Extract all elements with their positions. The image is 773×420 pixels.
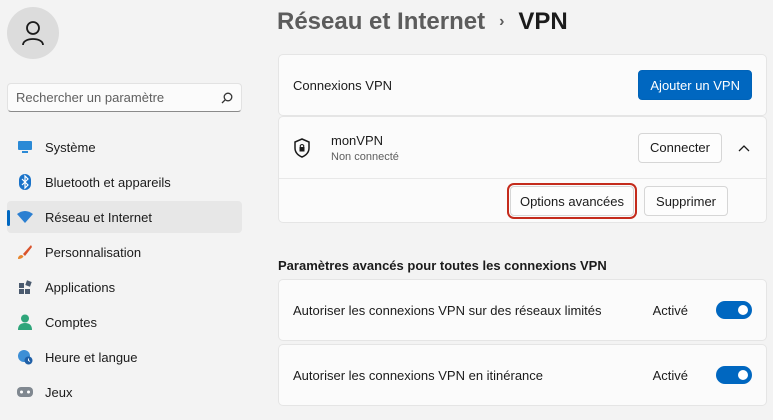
setting-control: Activé bbox=[653, 301, 752, 319]
sidebar-item-label: Système bbox=[45, 139, 96, 155]
sidebar: Système Bluetooth et appareils Réseau et… bbox=[0, 0, 258, 420]
search-input[interactable] bbox=[16, 90, 221, 105]
toggle-knob bbox=[738, 370, 748, 380]
sidebar-item-applications[interactable]: Applications bbox=[7, 271, 242, 303]
globe-clock-icon bbox=[17, 349, 33, 365]
sidebar-nav: Système Bluetooth et appareils Réseau et… bbox=[7, 131, 242, 411]
sidebar-item-comptes[interactable]: Comptes bbox=[7, 306, 242, 338]
vpn-connections-label: Connexions VPN bbox=[293, 77, 392, 93]
person-icon bbox=[17, 314, 33, 330]
sidebar-item-bluetooth[interactable]: Bluetooth et appareils bbox=[7, 166, 242, 198]
breadcrumb-parent[interactable]: Réseau et Internet bbox=[277, 8, 485, 36]
setting-label: Autoriser les connexions VPN sur des rés… bbox=[293, 302, 602, 318]
vpn-item-info: monVPN Non connecté bbox=[331, 133, 638, 163]
chevron-right-icon: › bbox=[499, 13, 505, 30]
sidebar-item-label: Réseau et Internet bbox=[45, 209, 152, 225]
vpn-name: monVPN bbox=[331, 132, 384, 148]
sidebar-item-systeme[interactable]: Système bbox=[7, 131, 242, 163]
setting-row-roaming: Autoriser les connexions VPN en itinéran… bbox=[278, 344, 767, 406]
sidebar-item-label: Personnalisation bbox=[45, 244, 142, 260]
breadcrumb: Réseau et Internet › VPN bbox=[277, 8, 568, 36]
wifi-icon bbox=[17, 209, 33, 225]
setting-row-metered: Autoriser les connexions VPN sur des rés… bbox=[278, 279, 767, 341]
toggle-state-text: Activé bbox=[652, 302, 688, 318]
chevron-up-icon[interactable] bbox=[736, 140, 752, 156]
metered-toggle[interactable] bbox=[716, 301, 752, 319]
sidebar-item-label: Comptes bbox=[45, 314, 98, 330]
vpn-item-actions: Options avancées Supprimer bbox=[279, 179, 766, 223]
sidebar-item-personnalisation[interactable]: Personnalisation bbox=[7, 236, 242, 268]
shield-lock-icon bbox=[293, 137, 311, 158]
vpn-item-card: monVPN Non connecté Connecter Options av… bbox=[278, 116, 767, 223]
search-icon[interactable] bbox=[221, 92, 233, 104]
setting-label: Autoriser les connexions VPN en itinéran… bbox=[293, 367, 544, 383]
sidebar-item-heure-langue[interactable]: Heure et langue bbox=[7, 341, 242, 373]
toggle-state-text: Activé bbox=[652, 367, 688, 383]
toggle-knob bbox=[738, 305, 748, 315]
vpn-item-header[interactable]: monVPN Non connecté Connecter bbox=[279, 117, 766, 179]
connect-button[interactable]: Connecter bbox=[638, 132, 722, 163]
sidebar-item-label: Bluetooth et appareils bbox=[45, 174, 171, 190]
brush-icon bbox=[17, 244, 33, 260]
setting-control: Activé bbox=[653, 366, 752, 384]
page-title: VPN bbox=[518, 8, 568, 35]
person-icon bbox=[22, 21, 44, 46]
sidebar-item-reseau[interactable]: Réseau et Internet bbox=[7, 201, 242, 233]
search-box[interactable] bbox=[7, 83, 242, 112]
monitor-icon bbox=[17, 139, 33, 155]
add-vpn-button[interactable]: Ajouter un VPN bbox=[638, 70, 752, 100]
bluetooth-icon bbox=[17, 174, 33, 190]
vpn-status: Non connecté bbox=[331, 150, 399, 163]
apps-icon bbox=[17, 279, 33, 295]
delete-button[interactable]: Supprimer bbox=[644, 186, 728, 216]
avatar[interactable] bbox=[7, 7, 59, 59]
roaming-toggle[interactable] bbox=[716, 366, 752, 384]
advanced-options-button[interactable]: Options avancées bbox=[506, 183, 638, 219]
section-title: Paramètres avancés pour toutes les conne… bbox=[278, 258, 607, 273]
vpn-connections-card: Connexions VPN Ajouter un VPN bbox=[278, 54, 767, 116]
gamepad-icon bbox=[17, 384, 33, 400]
sidebar-item-jeux[interactable]: Jeux bbox=[7, 376, 242, 408]
sidebar-item-label: Applications bbox=[45, 279, 116, 295]
sidebar-item-label: Jeux bbox=[45, 384, 73, 400]
sidebar-item-label: Heure et langue bbox=[45, 349, 138, 365]
